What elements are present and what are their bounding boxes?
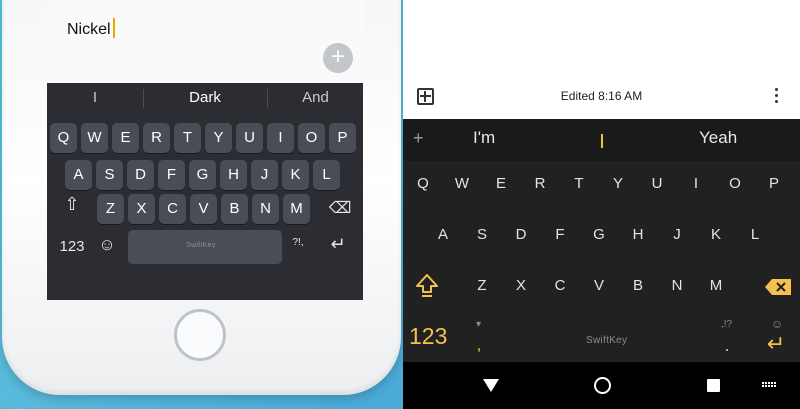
return-key-icon[interactable]: ↵: [763, 331, 789, 357]
numbers-key[interactable]: 123: [409, 323, 447, 350]
note-toolbar: Edited 8:16 AM: [403, 80, 800, 116]
key-s[interactable]: S: [96, 160, 123, 190]
add-button[interactable]: +: [323, 43, 353, 73]
key-o[interactable]: O: [298, 123, 325, 153]
key-p[interactable]: P: [761, 175, 787, 192]
nav-back-icon[interactable]: [483, 379, 499, 392]
note-editor[interactable]: Nickel +: [47, 0, 363, 83]
key-t[interactable]: T: [174, 123, 201, 153]
key-n[interactable]: N: [252, 194, 279, 224]
nav-recents-icon[interactable]: [707, 379, 720, 392]
emoji-hint-icon: ☺: [771, 317, 784, 331]
key-n[interactable]: N: [664, 277, 690, 294]
android-nav-bar: [403, 362, 800, 409]
key-i[interactable]: I: [683, 175, 709, 192]
shift-key-icon[interactable]: ⇧: [59, 194, 85, 215]
key-d[interactable]: D: [508, 226, 534, 243]
space-bar[interactable]: SwiftKey: [128, 230, 282, 264]
key-q[interactable]: Q: [410, 175, 436, 192]
key-p[interactable]: P: [329, 123, 356, 153]
expand-toolbar-icon[interactable]: +: [413, 128, 424, 149]
key-y[interactable]: Y: [605, 175, 631, 192]
key-d[interactable]: D: [127, 160, 154, 190]
prediction-bar: + I'm Yeah: [403, 119, 800, 161]
comma-key[interactable]: ,: [466, 337, 492, 355]
period-key[interactable]: .: [714, 335, 740, 356]
key-e[interactable]: E: [112, 123, 139, 153]
key-e[interactable]: E: [488, 175, 514, 192]
space-bar-swiftkey-logo[interactable]: SwiftKey: [586, 335, 627, 346]
ios-keyboard: I Dark And Q W E R T Y U I O P A S D F G…: [47, 83, 363, 300]
key-y[interactable]: Y: [205, 123, 232, 153]
return-key-icon[interactable]: ↵: [325, 234, 351, 255]
key-g[interactable]: G: [586, 226, 612, 243]
key-m[interactable]: M: [283, 194, 310, 224]
keyboard-switch-icon[interactable]: [762, 382, 777, 391]
key-q[interactable]: Q: [50, 123, 77, 153]
key-m[interactable]: M: [703, 277, 729, 294]
key-v[interactable]: V: [190, 194, 217, 224]
prediction-left[interactable]: I: [47, 83, 143, 113]
key-b[interactable]: B: [625, 277, 651, 294]
key-w[interactable]: W: [449, 175, 475, 192]
key-t[interactable]: T: [566, 175, 592, 192]
key-s[interactable]: S: [469, 226, 495, 243]
swiftkey-logo: SwiftKey: [186, 242, 216, 249]
prediction-center-cursor[interactable]: [601, 134, 603, 148]
key-j[interactable]: J: [251, 160, 278, 190]
key-w[interactable]: W: [81, 123, 108, 153]
shift-key-icon[interactable]: [415, 273, 439, 299]
key-g[interactable]: G: [189, 160, 216, 190]
key-k[interactable]: K: [703, 226, 729, 243]
punctuation-hint: ,!?: [721, 319, 733, 330]
key-l[interactable]: L: [742, 226, 768, 243]
key-a[interactable]: A: [65, 160, 92, 190]
key-c[interactable]: C: [159, 194, 186, 224]
key-v[interactable]: V: [586, 277, 612, 294]
key-f[interactable]: F: [547, 226, 573, 243]
screenshot-root: Nickel + I Dark And Q W E R T Y U I O P …: [0, 0, 800, 409]
toolbar-title: Edited 8:16 AM: [560, 89, 643, 103]
backspace-key-icon[interactable]: ⌫: [327, 198, 353, 218]
more-vert-icon[interactable]: [775, 88, 779, 106]
punctuation-key[interactable]: ?!,: [289, 237, 307, 248]
key-r[interactable]: R: [143, 123, 170, 153]
key-c[interactable]: C: [547, 277, 573, 294]
iphone-body: Nickel + I Dark And Q W E R T Y U I O P …: [2, 0, 401, 395]
note-text: Nickel: [67, 21, 111, 38]
prediction-center[interactable]: Dark: [144, 83, 266, 113]
key-u[interactable]: U: [644, 175, 670, 192]
key-l[interactable]: L: [313, 160, 340, 190]
key-k[interactable]: K: [282, 160, 309, 190]
numbers-key[interactable]: 123: [55, 238, 89, 255]
prediction-right[interactable]: Yeah: [699, 128, 737, 148]
emoji-key-icon[interactable]: ☺: [95, 235, 119, 255]
key-x[interactable]: X: [128, 194, 155, 224]
key-i[interactable]: I: [267, 123, 294, 153]
key-z[interactable]: Z: [97, 194, 124, 224]
key-j[interactable]: J: [664, 226, 690, 243]
iphone-showcase: Nickel + I Dark And Q W E R T Y U I O P …: [0, 0, 403, 409]
prediction-left[interactable]: I'm: [473, 128, 495, 148]
key-f[interactable]: F: [158, 160, 185, 190]
text-caret: [112, 18, 115, 38]
nav-home-icon[interactable]: [594, 377, 611, 394]
key-u[interactable]: U: [236, 123, 263, 153]
prediction-right[interactable]: And: [268, 83, 363, 113]
android-keyboard: + I'm Yeah Q W E R T Y U I O P A S D F G…: [403, 119, 800, 362]
key-o[interactable]: O: [722, 175, 748, 192]
iphone-screen: Nickel + I Dark And Q W E R T Y U I O P …: [47, 0, 363, 300]
key-h[interactable]: H: [625, 226, 651, 243]
backspace-key-icon[interactable]: [764, 278, 792, 296]
key-h[interactable]: H: [220, 160, 247, 190]
mic-hint-icon: ▾: [476, 319, 482, 330]
home-button[interactable]: [174, 309, 226, 361]
key-x[interactable]: X: [508, 277, 534, 294]
key-a[interactable]: A: [430, 226, 456, 243]
android-showcase: Edited 8:16 AM + I'm Yeah Q W E R T Y U …: [403, 0, 800, 409]
key-r[interactable]: R: [527, 175, 553, 192]
key-b[interactable]: B: [221, 194, 248, 224]
key-z[interactable]: Z: [469, 277, 495, 294]
note-text-field[interactable]: Nickel: [67, 18, 115, 39]
